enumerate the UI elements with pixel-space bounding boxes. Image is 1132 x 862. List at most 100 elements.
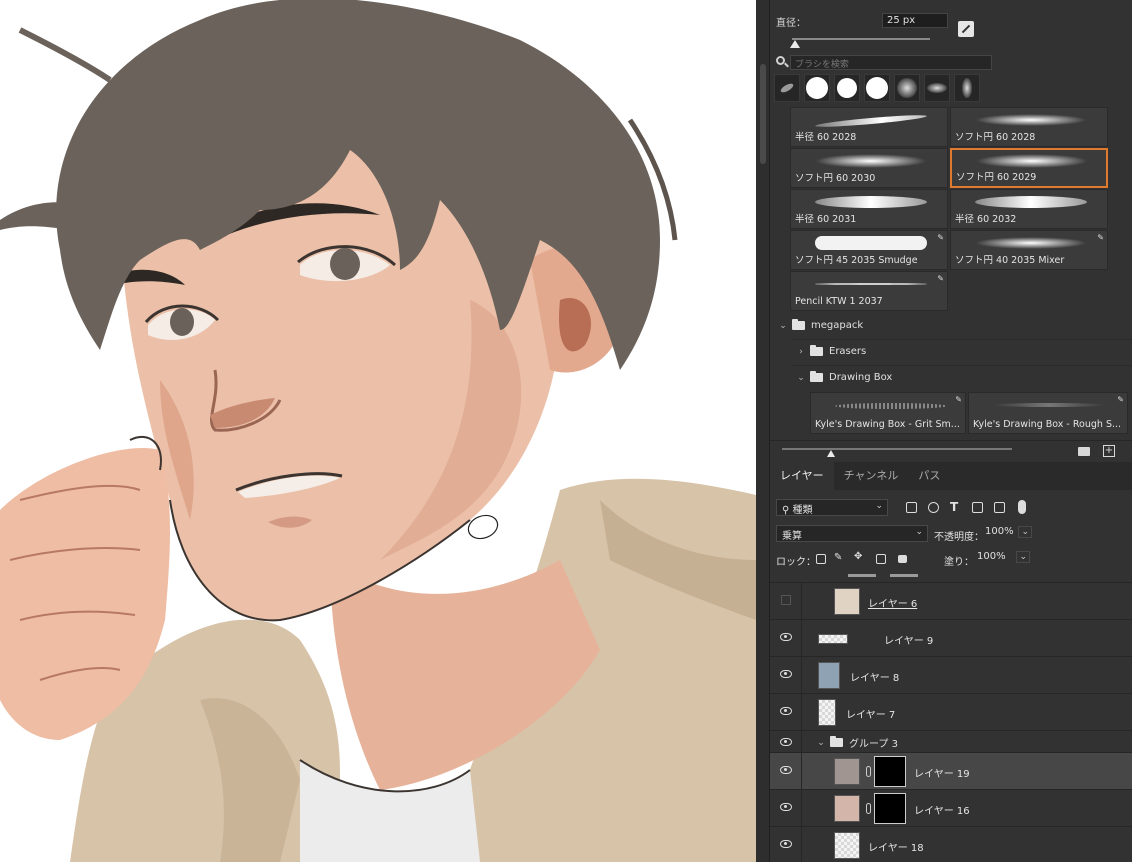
- eye-icon[interactable]: [780, 803, 792, 811]
- eye-icon[interactable]: [780, 738, 792, 746]
- layer-row[interactable]: レイヤー 6: [770, 582, 1132, 620]
- layer-name[interactable]: レイヤー 9: [884, 632, 933, 647]
- preview-size-knob[interactable]: [827, 450, 835, 457]
- folder-drawing-box[interactable]: ⌄ Drawing Box: [796, 371, 892, 383]
- brush-preset[interactable]: ✎ ソフト円 40 2035 Mixer: [950, 230, 1108, 270]
- lock-pixels-icon[interactable]: ✎: [834, 552, 842, 563]
- brush-preset[interactable]: ソフト円 60 2030: [790, 148, 948, 188]
- brush-tip[interactable]: [804, 74, 830, 102]
- filter-toggle-icon[interactable]: [1018, 500, 1026, 514]
- brush-tip[interactable]: [894, 74, 920, 102]
- layer-row[interactable]: レイヤー 8: [770, 656, 1132, 694]
- layer-filter-select[interactable]: ⚲ 種類 ⌄: [776, 499, 888, 516]
- chevron-down-icon: ⌄: [1016, 551, 1030, 563]
- brush-tip[interactable]: [834, 74, 860, 102]
- folder-icon: [830, 736, 843, 747]
- layer-row[interactable]: レイヤー 16: [770, 789, 1132, 827]
- blend-mode-select[interactable]: 乗算 ⌄: [776, 525, 928, 542]
- eye-icon[interactable]: [780, 633, 792, 641]
- group-name[interactable]: グループ 3: [849, 735, 898, 750]
- layer-mask-thumbnail[interactable]: [874, 756, 906, 787]
- size-slider-knob[interactable]: [790, 40, 800, 48]
- group-row[interactable]: ⌄ グループ 3: [770, 730, 1132, 753]
- brush-type-icon: ✎: [1117, 395, 1124, 404]
- link-icon[interactable]: [866, 766, 871, 777]
- folder-icon: [810, 371, 823, 382]
- layer-list: レイヤー 6 レイヤー 9 レイヤー 8 レイヤー 7 ⌄ グループ 3 レイヤ…: [770, 582, 1132, 862]
- brush-panel-footer: +: [770, 440, 1132, 462]
- canvas-area[interactable]: [0, 0, 756, 862]
- brush-settings-icon[interactable]: [958, 21, 974, 37]
- lock-all-icon[interactable]: [898, 555, 907, 563]
- layer-thumbnail: [818, 662, 840, 689]
- chevron-down-icon[interactable]: ⌄: [778, 321, 788, 331]
- eye-icon[interactable]: [780, 707, 792, 715]
- fill-input[interactable]: 100% ⌄: [972, 550, 1030, 567]
- shape-filter-icon[interactable]: [972, 502, 983, 513]
- brush-search-input[interactable]: ブラシを検索: [790, 55, 992, 70]
- brush-preset[interactable]: ✎ Kyle's Drawing Box - Grit Sm...: [810, 392, 966, 434]
- folder-megapack[interactable]: ⌄ megapack: [778, 319, 863, 331]
- new-brush-icon[interactable]: +: [1103, 445, 1115, 457]
- brush-tip[interactable]: [864, 74, 890, 102]
- mixer-icon: ✎: [1097, 233, 1104, 242]
- fill-label: 塗り：: [944, 557, 974, 568]
- smudge-icon: ✎: [937, 233, 944, 242]
- folder-icon: [810, 345, 823, 356]
- brush-preset[interactable]: ✎ Kyle's Drawing Box - Rough S...: [968, 392, 1128, 434]
- visibility-toggle[interactable]: [781, 595, 791, 605]
- layer-row[interactable]: レイヤー 18: [770, 826, 1132, 862]
- brush-preset[interactable]: ✎ Pencil KTW 1 2037: [790, 271, 948, 311]
- size-input[interactable]: 25 px: [882, 13, 948, 28]
- layer-row[interactable]: レイヤー 9: [770, 619, 1132, 657]
- layer-row-active[interactable]: レイヤー 19: [770, 752, 1132, 790]
- layer-name[interactable]: レイヤー 16: [914, 802, 970, 817]
- opacity-input[interactable]: 100% ⌄: [980, 525, 1032, 542]
- lock-label: ロック：: [776, 557, 816, 568]
- preview-size-slider[interactable]: [782, 448, 1012, 450]
- tab-layers[interactable]: レイヤー: [770, 462, 834, 490]
- layer-name[interactable]: レイヤー 6: [868, 595, 917, 610]
- lock-artboard-icon[interactable]: [876, 554, 886, 564]
- lock-position-icon[interactable]: ✥: [854, 551, 862, 562]
- folder-erasers[interactable]: › Erasers: [796, 345, 866, 357]
- brush-tip[interactable]: [924, 74, 950, 102]
- right-panel: 直径： 25 px ブラシを検索 半径 60 2028 ソフト円 60 2028: [756, 0, 1132, 862]
- brush-preset[interactable]: 半径 60 2032: [950, 189, 1108, 229]
- layers-panel: レイヤー チャンネル パス ⚲ 種類 ⌄ T 乗算 ⌄ 不透明度： 100% ⌄…: [770, 462, 1132, 862]
- tab-paths[interactable]: パス: [908, 462, 950, 490]
- link-icon[interactable]: [866, 803, 871, 814]
- size-slider[interactable]: [792, 38, 930, 40]
- eye-icon[interactable]: [780, 766, 792, 774]
- layer-name[interactable]: レイヤー 18: [868, 839, 924, 854]
- layer-thumbnail: [818, 699, 836, 726]
- new-folder-icon[interactable]: [1078, 447, 1090, 456]
- brush-preset[interactable]: ソフト円 60 2028: [950, 107, 1108, 147]
- pixel-filter-icon[interactable]: [906, 502, 917, 513]
- panel-scrollbar[interactable]: [756, 0, 770, 862]
- opacity-label: 不透明度：: [934, 532, 984, 543]
- brush-preset-selected[interactable]: ソフト円 60 2029: [950, 148, 1108, 188]
- smart-object-filter-icon[interactable]: [994, 502, 1005, 513]
- brush-preset[interactable]: 半径 60 2031: [790, 189, 948, 229]
- chevron-down-icon[interactable]: ⌄: [816, 738, 826, 748]
- layer-name[interactable]: レイヤー 8: [850, 669, 899, 684]
- type-filter-icon[interactable]: T: [950, 500, 958, 514]
- tab-channels[interactable]: チャンネル: [834, 462, 909, 490]
- layer-thumbnail: [834, 588, 860, 615]
- chevron-right-icon[interactable]: ›: [796, 347, 806, 357]
- chevron-down-icon[interactable]: ⌄: [796, 373, 806, 383]
- adjustment-filter-icon[interactable]: [928, 502, 939, 513]
- eye-icon[interactable]: [780, 840, 792, 848]
- layer-name[interactable]: レイヤー 7: [846, 706, 895, 721]
- lock-transparent-icon[interactable]: [816, 554, 826, 564]
- chevron-down-icon: ⌄: [1018, 526, 1032, 538]
- brush-tip[interactable]: [954, 74, 980, 102]
- eye-icon[interactable]: [780, 670, 792, 678]
- layer-mask-thumbnail[interactable]: [874, 793, 906, 824]
- brush-preset[interactable]: ✎ ソフト円 45 2035 Smudge: [790, 230, 948, 270]
- layer-row[interactable]: レイヤー 7: [770, 693, 1132, 731]
- brush-preset[interactable]: 半径 60 2028: [790, 107, 948, 147]
- brush-tip[interactable]: [774, 74, 800, 102]
- layer-name[interactable]: レイヤー 19: [914, 765, 970, 780]
